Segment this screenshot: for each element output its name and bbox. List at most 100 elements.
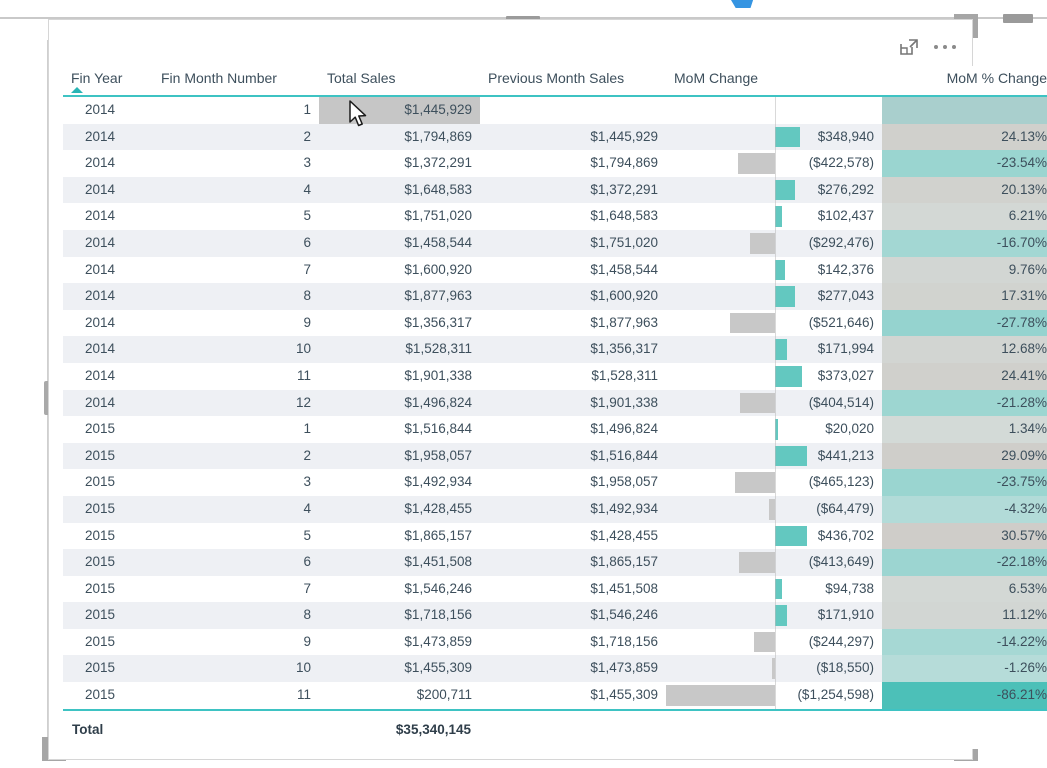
- cell-mom-change[interactable]: $373,027: [666, 362, 882, 390]
- cell-fin-month-number[interactable]: 6: [153, 549, 319, 576]
- table-row[interactable]: 2014 11 $1,901,338 $1,528,311 $373,027 24.41%: [63, 362, 1047, 390]
- table-row[interactable]: 2015 4 $1,428,455 $1,492,934 ($64,479) -4.32%: [63, 495, 1047, 523]
- table-row[interactable]: 2014 10 $1,528,311 $1,356,317 $171,994 12.68%: [63, 336, 1047, 363]
- cell-fin-month-number[interactable]: 1: [153, 416, 319, 443]
- cell-previous-month-sales[interactable]: $1,718,156: [480, 629, 666, 656]
- cell-mom-change[interactable]: ($465,123): [666, 469, 882, 496]
- cell-previous-month-sales[interactable]: $1,901,338: [480, 390, 666, 417]
- cell-mom-pct-change[interactable]: 17.31%: [882, 283, 1047, 310]
- cell-previous-month-sales[interactable]: $1,751,020: [480, 230, 666, 257]
- column-header-mom-change[interactable]: MoM Change: [666, 66, 882, 97]
- cell-total-sales[interactable]: $1,356,317: [319, 310, 480, 337]
- cell-previous-month-sales[interactable]: $1,877,963: [480, 310, 666, 337]
- cell-total-sales[interactable]: $1,445,929: [319, 96, 480, 124]
- cell-previous-month-sales[interactable]: $1,428,455: [480, 523, 666, 550]
- table-row[interactable]: 2015 8 $1,718,156 $1,546,246 $171,910 11.12%: [63, 602, 1047, 629]
- table-row[interactable]: 2015 6 $1,451,508 $1,865,157 ($413,649) -22.1…: [63, 549, 1047, 576]
- cell-total-sales[interactable]: $1,451,508: [319, 549, 480, 576]
- cell-previous-month-sales[interactable]: $1,496,824: [480, 416, 666, 443]
- cell-mom-change[interactable]: ($1,254,598): [666, 682, 882, 710]
- table-row[interactable]: 2014 9 $1,356,317 $1,877,963 ($521,646) -27.7…: [63, 309, 1047, 337]
- cell-fin-year[interactable]: 2015: [63, 416, 153, 443]
- cell-fin-month-number[interactable]: 7: [153, 257, 319, 284]
- cell-fin-month-number[interactable]: 3: [153, 150, 319, 177]
- cell-total-sales[interactable]: $1,428,455: [319, 496, 480, 523]
- cell-total-sales[interactable]: $200,711: [319, 682, 480, 710]
- table-row[interactable]: 2014 3 $1,372,291 $1,794,869 ($422,578) -23.5…: [63, 150, 1047, 177]
- cell-fin-year[interactable]: 2015: [63, 682, 153, 710]
- table-row[interactable]: 2015 5 $1,865,157 $1,428,455 $436,702 30.57%: [63, 522, 1047, 550]
- table-row[interactable]: 2015 9 $1,473,859 $1,718,156 ($244,297) -14.2…: [63, 628, 1047, 656]
- cell-fin-month-number[interactable]: 3: [153, 469, 319, 496]
- cell-fin-month-number[interactable]: 9: [153, 310, 319, 337]
- cell-fin-month-number[interactable]: 11: [153, 363, 319, 390]
- cell-mom-change[interactable]: ($292,476): [666, 229, 882, 257]
- cell-mom-pct-change[interactable]: -22.18%: [882, 549, 1047, 576]
- cell-total-sales[interactable]: $1,794,869: [319, 124, 480, 151]
- cell-mom-change[interactable]: ($64,479): [666, 495, 882, 523]
- cell-fin-month-number[interactable]: 5: [153, 523, 319, 550]
- cell-total-sales[interactable]: $1,372,291: [319, 150, 480, 177]
- cell-mom-change[interactable]: $277,043: [666, 283, 882, 310]
- cell-fin-month-number[interactable]: 6: [153, 230, 319, 257]
- cell-mom-change[interactable]: ($422,578): [666, 150, 882, 177]
- cell-fin-month-number[interactable]: 10: [153, 655, 319, 682]
- cell-fin-year[interactable]: 2015: [63, 602, 153, 629]
- cell-fin-year[interactable]: 2014: [63, 390, 153, 417]
- cell-fin-month-number[interactable]: 1: [153, 96, 319, 124]
- cell-mom-pct-change[interactable]: 6.21%: [882, 203, 1047, 230]
- cell-previous-month-sales[interactable]: $1,356,317: [480, 336, 666, 363]
- cell-mom-pct-change[interactable]: 24.13%: [882, 123, 1047, 151]
- focus-mode-icon[interactable]: [898, 36, 920, 58]
- table-row[interactable]: 2014 4 $1,648,583 $1,372,291 $276,292 20.13%: [63, 176, 1047, 204]
- cell-mom-change[interactable]: $348,940: [666, 123, 882, 151]
- cell-fin-month-number[interactable]: 2: [153, 443, 319, 470]
- cell-mom-pct-change[interactable]: 29.09%: [882, 442, 1047, 470]
- cell-mom-pct-change[interactable]: -21.28%: [882, 389, 1047, 417]
- cell-mom-pct-change[interactable]: [882, 96, 1047, 124]
- cell-fin-month-number[interactable]: 8: [153, 283, 319, 310]
- cell-fin-year[interactable]: 2015: [63, 496, 153, 523]
- cell-mom-change[interactable]: ($404,514): [666, 389, 882, 417]
- cell-mom-pct-change[interactable]: -14.22%: [882, 628, 1047, 656]
- column-header-fin-year[interactable]: Fin Year: [63, 66, 153, 97]
- cell-fin-month-number[interactable]: 11: [153, 682, 319, 710]
- cell-previous-month-sales[interactable]: $1,958,057: [480, 469, 666, 496]
- cell-mom-change[interactable]: ($413,649): [666, 549, 882, 576]
- cell-previous-month-sales[interactable]: $1,445,929: [480, 124, 666, 151]
- cell-previous-month-sales[interactable]: $1,492,934: [480, 496, 666, 523]
- cell-previous-month-sales[interactable]: $1,600,920: [480, 283, 666, 310]
- cell-previous-month-sales[interactable]: $1,516,844: [480, 443, 666, 470]
- cell-total-sales[interactable]: $1,528,311: [319, 336, 480, 363]
- canvas-top-right-handle[interactable]: [1003, 14, 1033, 23]
- cell-mom-pct-change[interactable]: -27.78%: [882, 309, 1047, 337]
- cell-mom-pct-change[interactable]: -23.75%: [882, 469, 1047, 496]
- cell-previous-month-sales[interactable]: $1,528,311: [480, 363, 666, 390]
- cell-fin-month-number[interactable]: 9: [153, 629, 319, 656]
- cell-fin-year[interactable]: 2014: [63, 230, 153, 257]
- cell-mom-change[interactable]: $20,020: [666, 416, 882, 443]
- cell-total-sales[interactable]: $1,492,934: [319, 469, 480, 496]
- cell-fin-month-number[interactable]: 5: [153, 203, 319, 230]
- cell-fin-year[interactable]: 2014: [63, 150, 153, 177]
- cell-fin-month-number[interactable]: 4: [153, 496, 319, 523]
- cell-fin-year[interactable]: 2014: [63, 257, 153, 284]
- table-row[interactable]: 2014 12 $1,496,824 $1,901,338 ($404,514) -21.…: [63, 389, 1047, 417]
- cell-mom-change[interactable]: $436,702: [666, 522, 882, 550]
- table-row[interactable]: 2014 5 $1,751,020 $1,648,583 $102,437 6.21%: [63, 203, 1047, 230]
- cell-mom-pct-change[interactable]: 24.41%: [882, 362, 1047, 390]
- cell-total-sales[interactable]: $1,865,157: [319, 523, 480, 550]
- cell-fin-year[interactable]: 2014: [63, 124, 153, 151]
- cell-previous-month-sales[interactable]: $1,455,309: [480, 682, 666, 710]
- cell-fin-year[interactable]: 2014: [63, 177, 153, 204]
- cell-total-sales[interactable]: $1,473,859: [319, 629, 480, 656]
- cell-total-sales[interactable]: $1,751,020: [319, 203, 480, 230]
- cell-total-sales[interactable]: $1,901,338: [319, 363, 480, 390]
- cell-mom-pct-change[interactable]: 20.13%: [882, 176, 1047, 204]
- cell-fin-year[interactable]: 2015: [63, 576, 153, 603]
- cell-fin-month-number[interactable]: 2: [153, 124, 319, 151]
- cell-fin-year[interactable]: 2014: [63, 96, 153, 124]
- cell-total-sales[interactable]: $1,648,583: [319, 177, 480, 204]
- cell-fin-year[interactable]: 2015: [63, 523, 153, 550]
- cell-previous-month-sales[interactable]: $1,372,291: [480, 177, 666, 204]
